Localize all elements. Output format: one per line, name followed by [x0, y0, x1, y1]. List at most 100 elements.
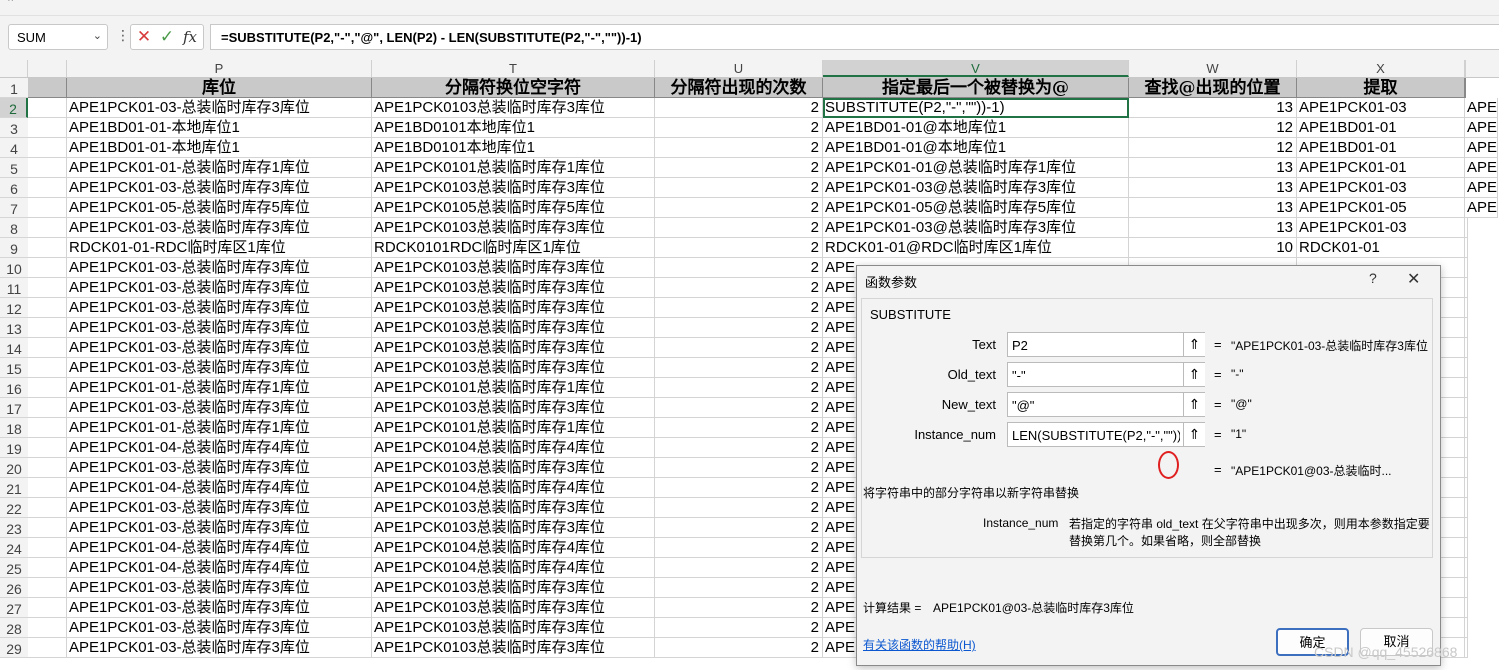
- table-cell[interactable]: 2: [655, 198, 823, 218]
- table-cell[interactable]: 10: [1129, 238, 1297, 258]
- table-cell[interactable]: [28, 238, 67, 258]
- header-cell[interactable]: [1465, 78, 1466, 98]
- table-cell[interactable]: APE1PCK01-05@总装临时库存5库位: [823, 198, 1129, 218]
- table-cell[interactable]: 2: [655, 278, 823, 298]
- table-cell[interactable]: APE1PCK01-03-总装临时库存3库位: [67, 318, 372, 338]
- table-cell[interactable]: [28, 378, 67, 398]
- table-cell[interactable]: [1465, 618, 1468, 638]
- table-cell[interactable]: APE1PCK01-03@总装临时库存3库位: [823, 218, 1129, 238]
- table-cell[interactable]: APE1PCK0101总装临时库存1库位: [372, 418, 655, 438]
- table-cell[interactable]: APE1PCK01-03-总装临时库存3库位: [67, 98, 372, 118]
- table-cell[interactable]: [28, 478, 67, 498]
- table-cell[interactable]: APE1PCK01-03: [1297, 218, 1465, 238]
- table-cell[interactable]: 2: [655, 258, 823, 278]
- arg-input-instance-num[interactable]: LEN(SUBSTITUTE(P2,"-",""))-1 ⇑: [1007, 422, 1205, 447]
- table-cell[interactable]: 13: [1129, 218, 1297, 238]
- select-all-corner[interactable]: [0, 60, 28, 77]
- table-cell[interactable]: 2: [655, 358, 823, 378]
- row-header[interactable]: 17: [0, 398, 28, 418]
- table-cell[interactable]: [28, 458, 67, 478]
- table-cell[interactable]: APE: [1465, 198, 1499, 218]
- table-cell[interactable]: APE1BD0101本地库位1: [372, 138, 655, 158]
- table-cell[interactable]: APE1PCK0103总装临时库存3库位: [372, 338, 655, 358]
- table-cell[interactable]: [28, 418, 67, 438]
- row-header[interactable]: 29: [0, 638, 28, 658]
- table-cell[interactable]: APE1PCK0103总装临时库存3库位: [372, 318, 655, 338]
- row-header[interactable]: 15: [0, 358, 28, 378]
- table-cell[interactable]: APE1PCK0103总装临时库存3库位: [372, 398, 655, 418]
- table-cell[interactable]: [28, 138, 67, 158]
- row-header[interactable]: 25: [0, 558, 28, 578]
- table-cell[interactable]: 2: [655, 478, 823, 498]
- table-cell[interactable]: APE1BD0101本地库位1: [372, 118, 655, 138]
- table-cell[interactable]: APE1PCK0103总装临时库存3库位: [372, 458, 655, 478]
- table-cell[interactable]: 12: [1129, 138, 1297, 158]
- table-cell[interactable]: [1465, 398, 1468, 418]
- row-header[interactable]: 1: [0, 78, 28, 98]
- table-cell[interactable]: APE: [1465, 118, 1499, 138]
- table-cell[interactable]: APE1PCK0101总装临时库存1库位: [372, 158, 655, 178]
- table-cell[interactable]: [1465, 598, 1468, 618]
- table-cell[interactable]: [28, 578, 67, 598]
- table-cell[interactable]: APE1PCK01-01@总装临时库存1库位: [823, 158, 1129, 178]
- row-header[interactable]: 13: [0, 318, 28, 338]
- row-header[interactable]: 3: [0, 118, 28, 138]
- table-cell[interactable]: APE1PCK01-03@总装临时库存3库位: [823, 178, 1129, 198]
- table-cell[interactable]: APE: [1465, 138, 1499, 158]
- table-cell[interactable]: [28, 518, 67, 538]
- close-icon[interactable]: ✕: [1407, 269, 1420, 289]
- table-cell[interactable]: [1465, 518, 1468, 538]
- table-cell[interactable]: 2: [655, 158, 823, 178]
- table-cell[interactable]: APE1PCK0103总装临时库存3库位: [372, 98, 655, 118]
- collapse-range-icon[interactable]: ⇑: [1183, 333, 1205, 356]
- collapse-range-icon[interactable]: ⇑: [1183, 393, 1205, 416]
- table-cell[interactable]: APE1PCK01-03-总装临时库存3库位: [67, 398, 372, 418]
- table-cell[interactable]: APE1PCK01-05-总装临时库存5库位: [67, 198, 372, 218]
- row-header[interactable]: 26: [0, 578, 28, 598]
- table-cell[interactable]: [28, 538, 67, 558]
- table-cell[interactable]: [28, 338, 67, 358]
- table-cell[interactable]: RDCK01-01@RDC临时库区1库位: [823, 238, 1129, 258]
- row-header[interactable]: 19: [0, 438, 28, 458]
- table-cell[interactable]: APE1BD01-01: [1297, 138, 1465, 158]
- table-cell[interactable]: APE1PCK0104总装临时库存4库位: [372, 478, 655, 498]
- active-cell-v2[interactable]: SUBSTITUTE(P2,"-",""))-1): [823, 98, 1129, 118]
- table-cell[interactable]: [28, 158, 67, 178]
- table-cell[interactable]: APE1PCK0105总装临时库存5库位: [372, 198, 655, 218]
- row-header[interactable]: 20: [0, 458, 28, 478]
- column-header-u[interactable]: U: [655, 60, 823, 77]
- column-header-x[interactable]: X: [1297, 60, 1465, 77]
- table-cell[interactable]: APE1PCK0103总装临时库存3库位: [372, 638, 655, 658]
- table-cell[interactable]: APE1PCK01-03-总装临时库存3库位: [67, 638, 372, 658]
- table-cell[interactable]: [28, 278, 67, 298]
- table-cell[interactable]: 2: [655, 458, 823, 478]
- table-cell[interactable]: [1465, 458, 1468, 478]
- table-cell[interactable]: APE1PCK01-03-总装临时库存3库位: [67, 578, 372, 598]
- header-cell[interactable]: 指定最后一个被替换为@: [823, 78, 1129, 98]
- table-cell[interactable]: [28, 98, 67, 118]
- table-cell[interactable]: APE: [1465, 158, 1499, 178]
- table-cell[interactable]: [28, 298, 67, 318]
- table-cell[interactable]: [1465, 318, 1468, 338]
- table-cell[interactable]: APE1PCK01-03-总装临时库存3库位: [67, 278, 372, 298]
- table-cell[interactable]: [28, 358, 67, 378]
- table-cell[interactable]: [28, 438, 67, 458]
- table-cell[interactable]: 2: [655, 138, 823, 158]
- help-link[interactable]: 有关该函数的帮助(H): [863, 636, 976, 653]
- table-cell[interactable]: [1465, 338, 1468, 358]
- table-cell[interactable]: APE1PCK0103总装临时库存3库位: [372, 498, 655, 518]
- table-cell[interactable]: [28, 178, 67, 198]
- table-cell[interactable]: [1465, 558, 1468, 578]
- table-cell[interactable]: 2: [655, 498, 823, 518]
- table-cell[interactable]: APE1PCK0101总装临时库存1库位: [372, 378, 655, 398]
- cancel-icon[interactable]: ✕: [133, 26, 155, 48]
- table-cell[interactable]: APE1PCK01-03-总装临时库存3库位: [67, 178, 372, 198]
- table-cell[interactable]: [1465, 538, 1468, 558]
- table-cell[interactable]: [1465, 418, 1468, 438]
- row-header[interactable]: 21: [0, 478, 28, 498]
- formula-input[interactable]: =SUBSTITUTE(P2,"-","@", LEN(P2) - LEN(SU…: [210, 24, 1499, 50]
- table-cell[interactable]: APE1PCK0103总装临时库存3库位: [372, 618, 655, 638]
- table-cell[interactable]: 2: [655, 118, 823, 138]
- table-cell[interactable]: [28, 258, 67, 278]
- row-header[interactable]: 11: [0, 278, 28, 298]
